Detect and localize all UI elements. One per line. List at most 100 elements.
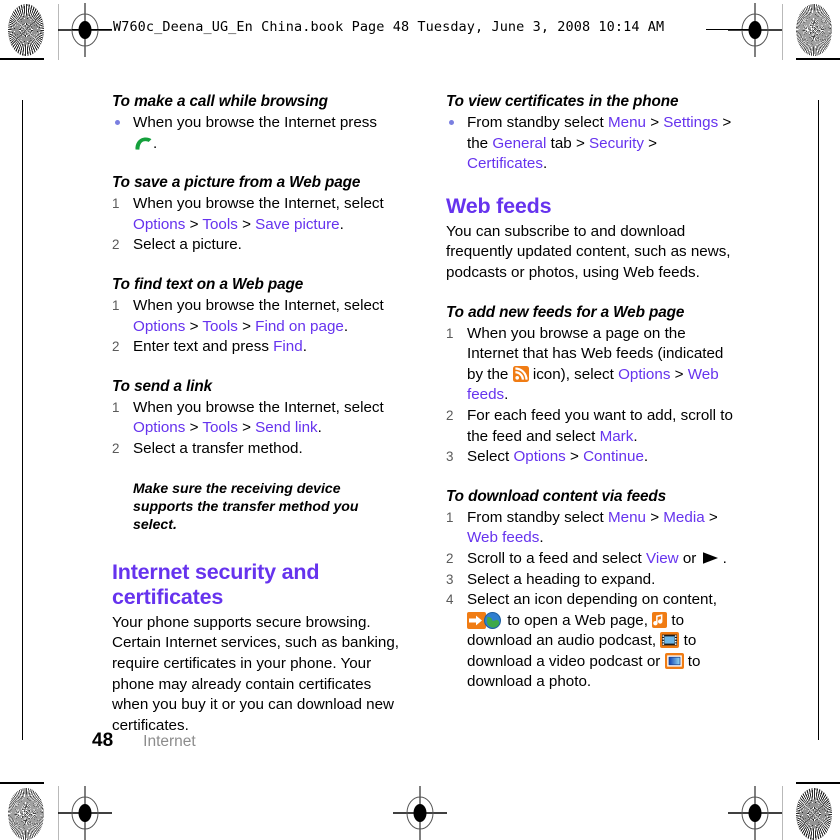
procedure-heading-make-call: To make a call while browsing bbox=[112, 93, 328, 110]
ui-term[interactable]: Save picture bbox=[255, 216, 339, 233]
ui-term[interactable]: Options bbox=[133, 419, 185, 436]
audio-podcast-icon bbox=[652, 611, 668, 628]
step-text: Select a picture. bbox=[133, 236, 242, 254]
ui-term[interactable]: Continue bbox=[583, 448, 644, 465]
step-number: 2 bbox=[112, 339, 120, 355]
step-text: > bbox=[704, 508, 718, 526]
ui-term[interactable]: Find bbox=[273, 338, 303, 355]
step-number: 2 bbox=[446, 407, 454, 423]
video-podcast-icon bbox=[660, 632, 680, 649]
manual-page: To make a call while browsing When you b… bbox=[0, 0, 840, 840]
step-number: 1 bbox=[112, 297, 120, 313]
ui-term[interactable]: Web feeds bbox=[467, 529, 539, 546]
step-text: > bbox=[237, 317, 256, 335]
bullet-dot-icon bbox=[449, 120, 454, 125]
photo-icon bbox=[664, 652, 684, 669]
procedure-steps-add-feeds: 1 When you browse a page on the Internet … bbox=[446, 324, 734, 468]
step-text: > bbox=[185, 419, 203, 437]
ui-term[interactable]: Tools bbox=[202, 318, 237, 335]
step-text: Select a heading to expand. bbox=[467, 570, 656, 588]
page-number: 48 bbox=[92, 730, 114, 751]
procedure-heading-add-feeds: To add new feeds for a Web page bbox=[446, 303, 685, 321]
step-number: 3 bbox=[446, 571, 454, 587]
step-text: > bbox=[185, 317, 203, 335]
list-item: 1 When you browse the Internet, select Op… bbox=[112, 194, 400, 235]
call-icon bbox=[133, 136, 153, 151]
list-item: 3 Select a heading to expand. bbox=[446, 570, 734, 591]
section-body-internet-security: Your phone supports secure browsing. Cer… bbox=[112, 613, 400, 734]
ui-term[interactable]: Tools bbox=[202, 419, 237, 436]
step-text: > bbox=[645, 114, 664, 131]
step-text: > bbox=[237, 215, 256, 233]
step-number: 1 bbox=[446, 509, 454, 525]
step-text: > bbox=[237, 419, 256, 437]
ui-term[interactable]: Mark bbox=[600, 428, 634, 445]
step-number: 1 bbox=[112, 399, 120, 415]
step-body: Scroll to a feed and select View or . bbox=[467, 550, 727, 567]
step-text: tab > bbox=[546, 134, 590, 152]
step-body: For each feed you want to add, scroll to… bbox=[467, 407, 733, 445]
page-footer: 48 Internet bbox=[92, 730, 196, 752]
ui-term[interactable]: Options bbox=[133, 216, 185, 233]
procedure-heading-download-content: To download content via feeds bbox=[446, 487, 667, 505]
ui-term[interactable]: Menu bbox=[608, 114, 646, 131]
list-item: 2 Scroll to a feed and select View or . bbox=[446, 549, 734, 570]
step-body: When you browse the Internet, select Opt… bbox=[133, 195, 384, 233]
section-heading-web-feeds: Web feeds bbox=[446, 193, 552, 218]
step-text: . bbox=[339, 215, 344, 233]
step-text: or bbox=[678, 549, 701, 567]
step-body: Select a heading to expand. bbox=[467, 571, 655, 588]
step-body: Select a picture. bbox=[133, 236, 242, 253]
step-text: Select bbox=[467, 448, 514, 466]
ui-term[interactable]: View bbox=[646, 550, 679, 567]
ui-term[interactable]: General bbox=[492, 135, 546, 152]
step-text: Select a transfer method. bbox=[133, 439, 303, 457]
play-navigation-key-icon bbox=[701, 551, 723, 565]
step-text-post: . bbox=[153, 134, 158, 152]
step-number: 4 bbox=[446, 592, 454, 608]
step-number: 1 bbox=[112, 196, 120, 212]
step-text: . bbox=[722, 549, 727, 567]
ui-term[interactable]: Options bbox=[133, 318, 185, 335]
ui-term[interactable]: Media bbox=[663, 509, 704, 526]
step-number: 2 bbox=[112, 237, 120, 253]
list-item: 3 Select Options > Continue. bbox=[446, 447, 734, 468]
ui-term[interactable]: Options bbox=[618, 366, 670, 383]
ui-term[interactable]: Security bbox=[589, 135, 644, 152]
ui-term[interactable]: Menu bbox=[608, 509, 646, 526]
step-number: 1 bbox=[446, 325, 454, 341]
step-text: to open a Web page, bbox=[503, 611, 653, 629]
step-text: . bbox=[643, 448, 649, 466]
ui-term[interactable]: Options bbox=[513, 448, 565, 465]
step-text: > bbox=[670, 365, 688, 383]
open-web-page-icon bbox=[467, 611, 503, 629]
list-item: From standby select Menu > Settings > th… bbox=[446, 113, 734, 175]
step-body: From standby select Menu > Media > Web f… bbox=[467, 509, 718, 547]
section-body-web-feeds: You can subscribe to and download freque… bbox=[446, 222, 731, 281]
step-body: When you browse a page on the Internet t… bbox=[467, 325, 723, 404]
procedure-steps-download-content: 1 From standby select Menu > Media > Web … bbox=[446, 508, 734, 693]
ui-term[interactable]: Certificates bbox=[467, 155, 543, 172]
step-text: . bbox=[633, 427, 638, 445]
step-text: Select an icon depending on content, bbox=[467, 591, 717, 609]
step-text: . bbox=[542, 155, 548, 173]
step-body: When you browse the Internet, select Opt… bbox=[133, 399, 384, 437]
ui-term[interactable]: Send link bbox=[255, 419, 317, 436]
ui-term[interactable]: Tools bbox=[202, 216, 237, 233]
procedure-heading-find-text: To find text on a Web page bbox=[112, 275, 304, 293]
procedure-steps-find-text: 1 When you browse the Internet, select Op… bbox=[112, 296, 400, 358]
step-text: Scroll to a feed and select bbox=[467, 549, 646, 567]
step-text: From standby select Menu > Settings > th… bbox=[467, 114, 731, 172]
step-text: . bbox=[343, 317, 349, 335]
ui-term[interactable]: Find on page bbox=[255, 318, 344, 335]
step-text: icon), select bbox=[528, 365, 619, 383]
ui-term[interactable]: Settings bbox=[663, 114, 718, 131]
note-callout: Make sure the receiving device supports … bbox=[112, 479, 400, 534]
